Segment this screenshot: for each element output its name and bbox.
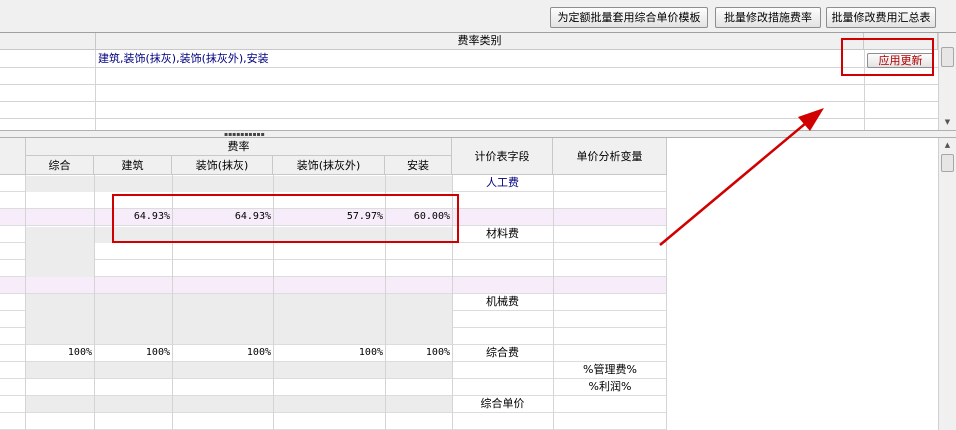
annotation-arrow-icon (659, 108, 824, 246)
